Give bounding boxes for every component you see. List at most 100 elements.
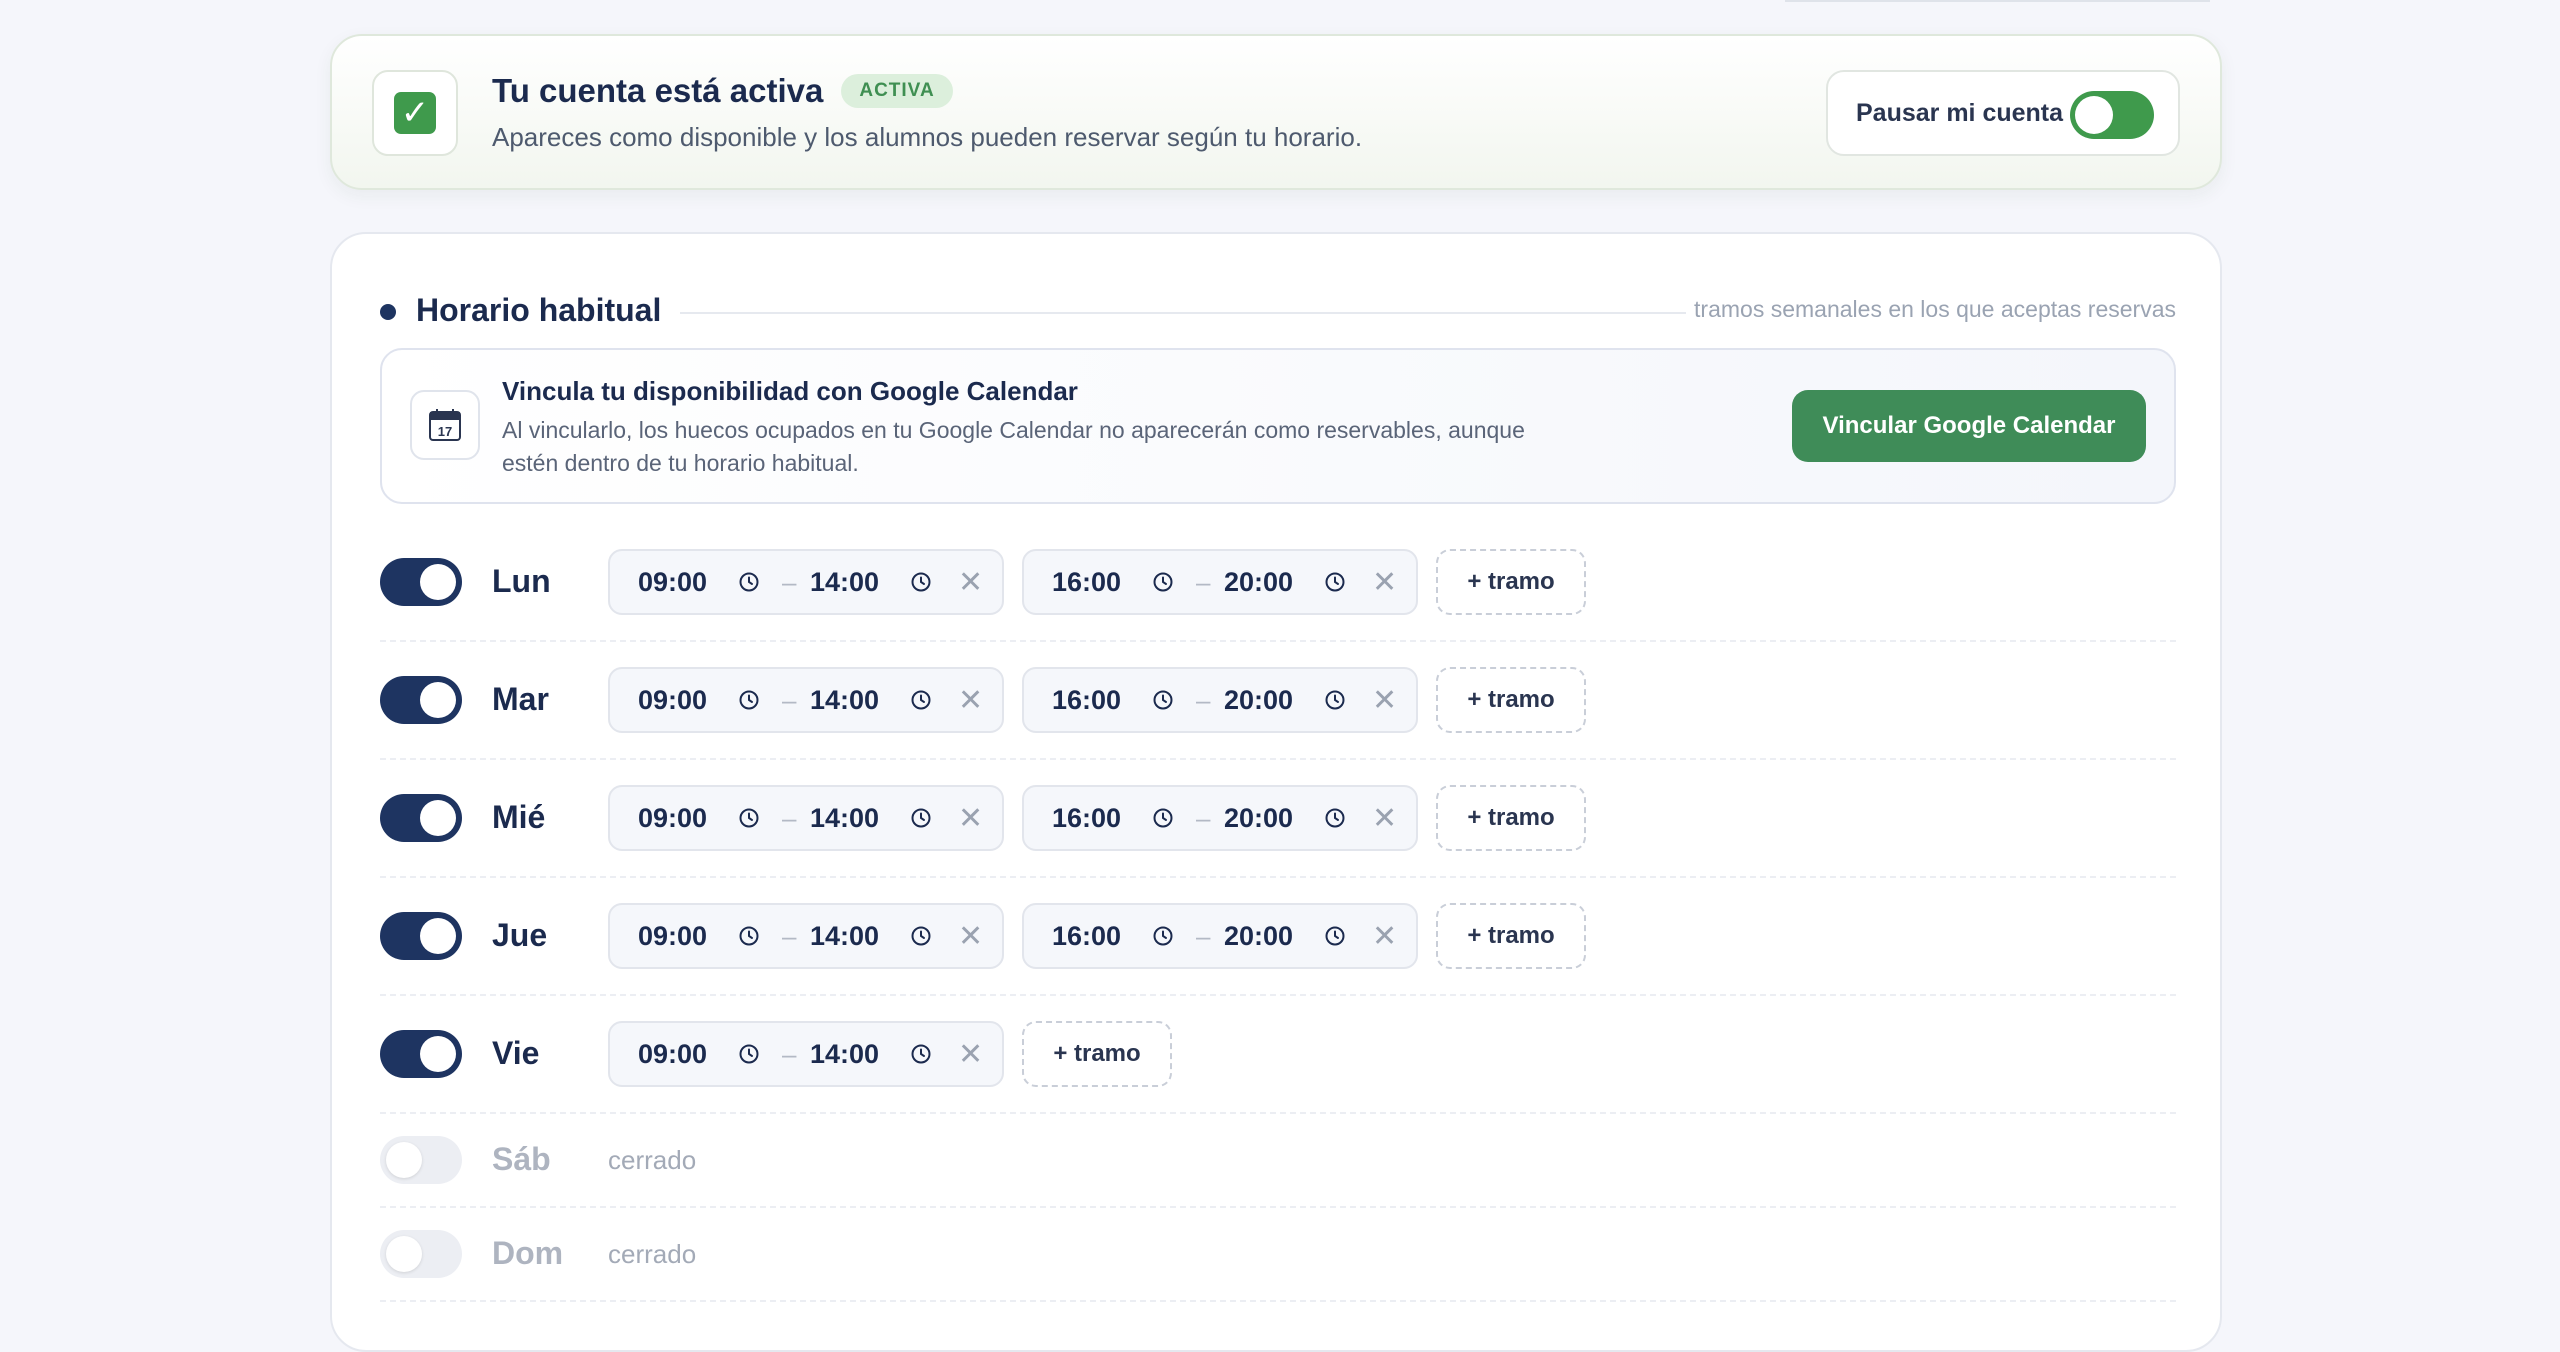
check-icon: ✓: [394, 92, 436, 134]
day-row-4: Vie 09:00 –14:00 ✕ + tramo: [380, 996, 2176, 1114]
time-slot: 16:00 –20:00 ✕: [1022, 667, 1418, 733]
slot-end-time[interactable]: 14:00: [810, 1039, 879, 1070]
slot-separator: –: [1196, 803, 1211, 833]
day-toggle[interactable]: [380, 1230, 462, 1278]
clock-icon[interactable]: [738, 807, 760, 829]
clock-icon[interactable]: [1152, 571, 1174, 593]
remove-slot-icon[interactable]: ✕: [1372, 919, 1397, 954]
time-slot: 09:00 –14:00 ✕: [608, 667, 1004, 733]
clock-icon[interactable]: [738, 689, 760, 711]
toggle-knob: [420, 800, 456, 836]
day-toggle[interactable]: [380, 558, 462, 606]
slot-end-time[interactable]: 20:00: [1224, 567, 1293, 598]
add-slot-button[interactable]: + tramo: [1022, 1021, 1172, 1087]
day-toggle[interactable]: [380, 794, 462, 842]
clock-icon[interactable]: [910, 807, 932, 829]
calendar-icon-svg: 17: [429, 409, 461, 441]
add-slot-button[interactable]: + tramo: [1436, 903, 1586, 969]
slot-end-time[interactable]: 20:00: [1224, 803, 1293, 834]
toggle-knob: [2075, 96, 2113, 134]
slot-end-time[interactable]: 20:00: [1224, 685, 1293, 716]
day-toggle[interactable]: [380, 676, 462, 724]
clock-icon[interactable]: [738, 571, 760, 593]
day-toggle[interactable]: [380, 1030, 462, 1078]
day-row-3: Jue 09:00–14:00 ✕ 16:00–20:00 ✕ + tramo: [380, 878, 2176, 996]
slot-end-time[interactable]: 14:00: [810, 685, 879, 716]
day-label: Jue: [492, 917, 548, 953]
clock-icon[interactable]: [910, 1043, 932, 1065]
day-label: Lun: [492, 563, 551, 599]
clock-icon[interactable]: [1324, 925, 1346, 947]
gcal-title: Vincula tu disponibilidad con Google Cal…: [502, 376, 1078, 406]
time-slot: 16:00 –20:00 ✕: [1022, 549, 1418, 615]
time-slot: 09:00 –14:00 ✕: [608, 1021, 1004, 1087]
clock-icon[interactable]: [910, 689, 932, 711]
schedule-card: Horario habitual tramos semanales en los…: [330, 232, 2222, 1352]
remove-slot-icon[interactable]: ✕: [958, 683, 983, 718]
slot-separator: –: [782, 803, 797, 833]
google-calendar-banner: 17 Vincula tu disponibilidad con Google …: [380, 348, 2176, 504]
account-status-card: ✓ Tu cuenta está activa ACTIVA Apareces …: [330, 34, 2222, 190]
slot-separator: –: [782, 685, 797, 715]
schedule-title: Horario habitual: [416, 292, 662, 328]
pause-account-control[interactable]: Pausar mi cuenta: [1826, 70, 2180, 156]
schedule-header: Horario habitual tramos semanales en los…: [380, 282, 2176, 338]
closed-label: cerrado: [608, 1239, 697, 1269]
remove-slot-icon[interactable]: ✕: [1372, 801, 1397, 836]
slot-end-time[interactable]: 20:00: [1224, 921, 1293, 952]
slot-start-time[interactable]: 09:00: [638, 567, 707, 598]
link-google-calendar-button[interactable]: Vincular Google Calendar: [1792, 390, 2146, 462]
remove-slot-icon[interactable]: ✕: [958, 1037, 983, 1072]
clock-icon[interactable]: [1324, 689, 1346, 711]
slot-start-time[interactable]: 09:00: [638, 921, 707, 952]
remove-slot-icon[interactable]: ✕: [1372, 683, 1397, 718]
day-label: Mié: [492, 799, 546, 835]
slot-end-time[interactable]: 14:00: [810, 803, 879, 834]
clock-icon[interactable]: [1324, 571, 1346, 593]
slot-end-time[interactable]: 14:00: [810, 921, 879, 952]
day-row-0: Lun 09:00–14:00 ✕ 16:00–20:00 ✕ + tramo: [380, 524, 2176, 642]
clock-icon[interactable]: [1152, 925, 1174, 947]
status-check-box: ✓: [372, 70, 458, 156]
clock-icon[interactable]: [910, 571, 932, 593]
remove-slot-icon[interactable]: ✕: [958, 801, 983, 836]
slot-start-time[interactable]: 16:00: [1052, 803, 1121, 834]
status-heading: Tu cuenta está activa ACTIVA: [492, 72, 953, 110]
slot-start-time[interactable]: 09:00: [638, 803, 707, 834]
clock-icon[interactable]: [738, 1043, 760, 1065]
slot-end-time[interactable]: 14:00: [810, 567, 879, 598]
remove-slot-icon[interactable]: ✕: [1372, 565, 1397, 600]
slot-start-time[interactable]: 16:00: [1052, 685, 1121, 716]
add-slot-button[interactable]: + tramo: [1436, 549, 1586, 615]
day-label: Dom: [492, 1235, 564, 1271]
time-slot: 09:00 –14:00 ✕: [608, 903, 1004, 969]
day-toggle[interactable]: [380, 1136, 462, 1184]
clock-icon[interactable]: [1152, 689, 1174, 711]
pause-account-label: Pausar mi cuenta: [1856, 98, 2064, 127]
add-slot-button[interactable]: + tramo: [1436, 667, 1586, 733]
time-slot: 16:00 –20:00 ✕: [1022, 785, 1418, 851]
clock-icon[interactable]: [1152, 807, 1174, 829]
pause-account-toggle[interactable]: [2070, 91, 2154, 139]
slot-separator: –: [782, 1039, 797, 1069]
toggle-knob: [420, 564, 456, 600]
clock-icon[interactable]: [738, 925, 760, 947]
remove-slot-icon[interactable]: ✕: [958, 565, 983, 600]
slot-start-time[interactable]: 09:00: [638, 1039, 707, 1070]
clock-icon[interactable]: [1324, 807, 1346, 829]
slot-start-time[interactable]: 09:00: [638, 685, 707, 716]
add-slot-button[interactable]: + tramo: [1436, 785, 1586, 851]
day-row-5: Sáb cerrado: [380, 1114, 2176, 1208]
slot-start-time[interactable]: 16:00: [1052, 921, 1121, 952]
slot-separator: –: [1196, 567, 1211, 597]
header-divider: [680, 312, 1686, 314]
day-row-1: Mar 09:00–14:00 ✕ 16:00–20:00 ✕ + tramo: [380, 642, 2176, 760]
slot-start-time[interactable]: 16:00: [1052, 567, 1121, 598]
toggle-knob: [386, 1236, 422, 1272]
remove-slot-icon[interactable]: ✕: [958, 919, 983, 954]
row-divider: [380, 1300, 2176, 1302]
closed-label: cerrado: [608, 1145, 697, 1175]
day-toggle[interactable]: [380, 912, 462, 960]
clock-icon[interactable]: [910, 925, 932, 947]
day-row-2: Mié 09:00–14:00 ✕ 16:00–20:00 ✕ + tramo: [380, 760, 2176, 878]
